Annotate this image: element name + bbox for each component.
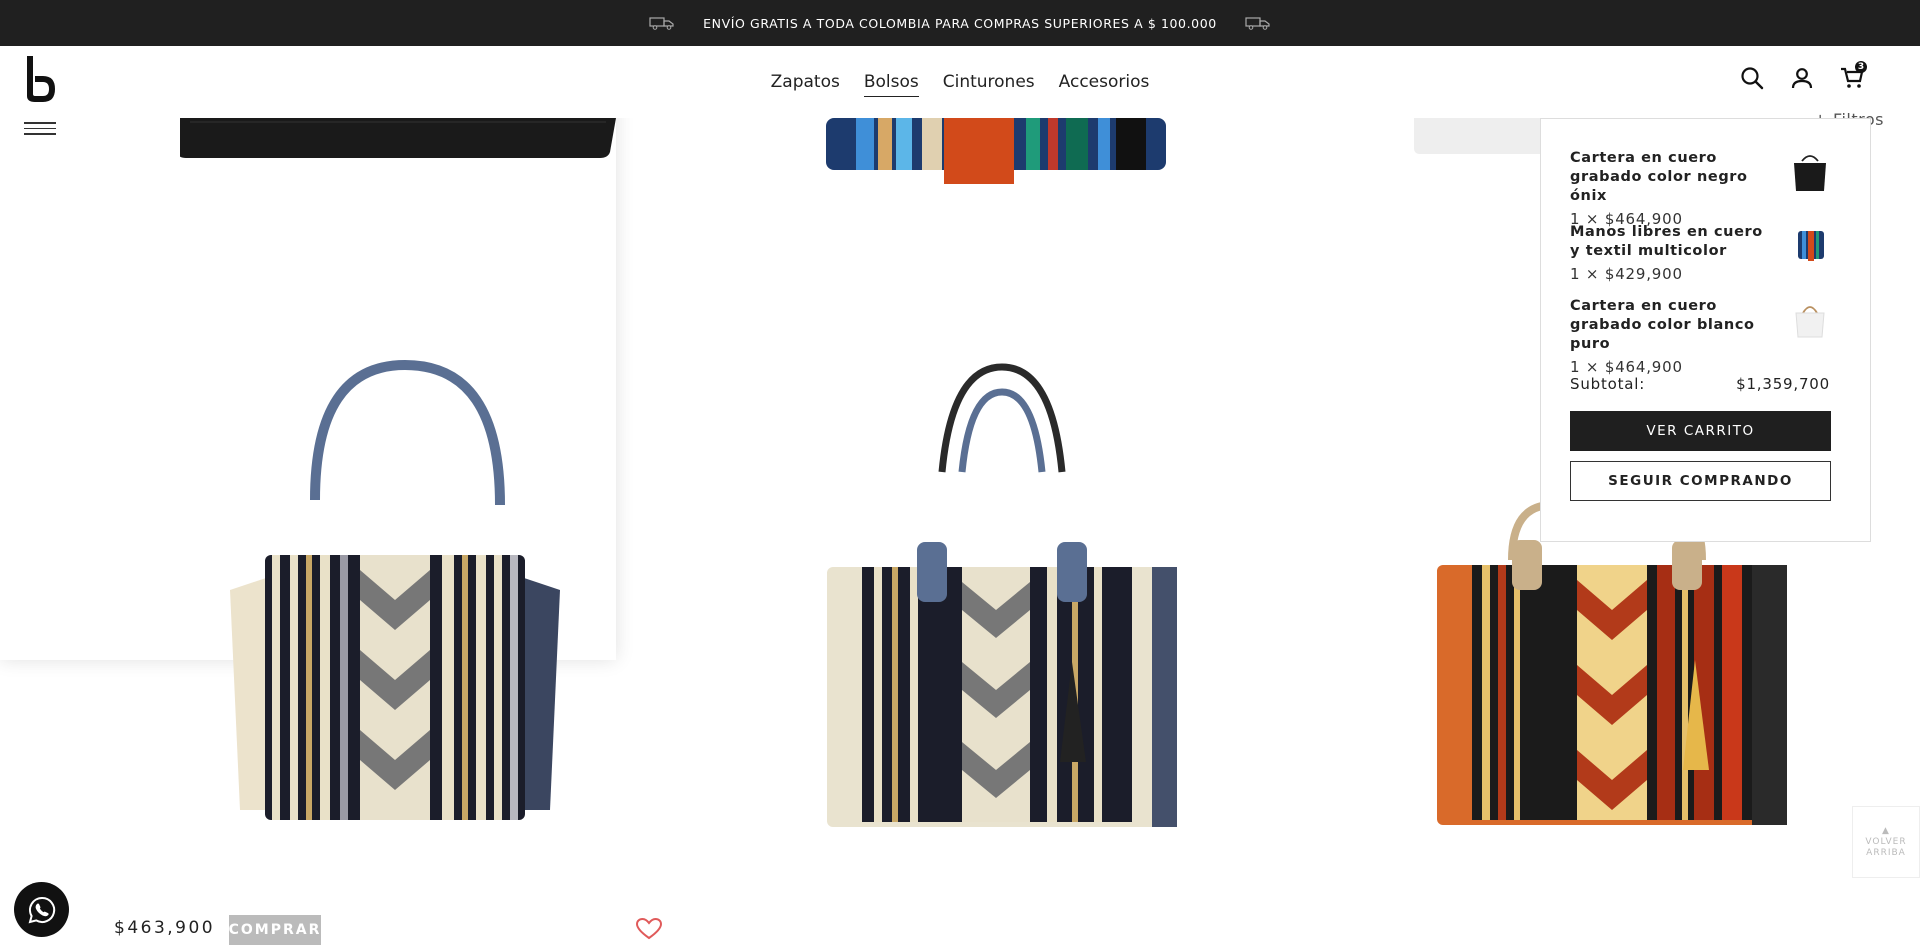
product-image-tote-orange-red[interactable] [1432,500,1792,830]
back-to-top-label: ARRIBA [1866,847,1906,858]
subtotal-value: $1,359,700 [1736,375,1830,393]
minicart-subtotal: Subtotal: $1,359,700 [1570,375,1830,393]
minicart-item-name[interactable]: Manos libres en cuero y textil multicolo… [1570,223,1775,261]
heart-icon[interactable] [636,918,662,940]
truck-icon [1245,17,1270,30]
minicart-item-name[interactable]: Cartera en cuero grabado color negro óni… [1570,149,1775,206]
minicart-item-qty-price: 1 × $429,900 [1570,265,1683,283]
nav-item-bolsos[interactable]: Bolsos [863,72,919,97]
cart-count-badge: 3 [1855,61,1867,73]
cart-button[interactable]: 3 [1840,61,1867,90]
header-actions: 3 [1740,61,1867,90]
minicart-item[interactable]: Manos libres en cuero y textil multicolo… [1570,223,1830,297]
chevron-up-icon: ▲ [1882,825,1890,836]
whatsapp-icon [28,896,55,923]
minicart-item-thumbnail[interactable] [1790,149,1830,193]
product-image-tote-tassel-navy[interactable] [822,362,1182,832]
continue-shopping-button[interactable]: SEGUIR COMPRANDO [1570,461,1831,501]
minicart-item[interactable]: Cartera en cuero grabado color negro óni… [1570,149,1830,228]
search-icon[interactable] [1740,66,1764,90]
promo-banner: ENVÍO GRATIS A TODA COLOMBIA PARA COMPRA… [0,0,1920,46]
nav-item-cinturones[interactable]: Cinturones [943,72,1035,97]
nav-item-zapatos[interactable]: Zapatos [771,72,840,97]
whatsapp-button[interactable] [14,882,69,937]
back-to-top-label: VOLVER [1865,836,1907,847]
main-nav: Zapatos Bolsos Cinturones Accesorios [0,72,1920,97]
minicart-dropdown: Cartera en cuero grabado color negro óni… [1540,118,1871,542]
minicart-item-thumbnail[interactable] [1790,223,1830,267]
subtotal-label: Subtotal: [1570,375,1646,393]
minicart-item-name[interactable]: Cartera en cuero grabado color blanco pu… [1570,297,1775,354]
user-icon[interactable] [1790,66,1814,90]
product-image-top-1[interactable] [177,118,616,233]
minicart-item-thumbnail[interactable] [1790,297,1830,341]
product-image-top-2[interactable] [826,118,1166,233]
back-to-top-button[interactable]: ▲ VOLVER ARRIBA [1852,806,1920,878]
product-price: $463,900 [114,918,216,938]
view-cart-button[interactable]: VER CARRITO [1570,411,1831,451]
minicart-item-qty-price: 1 × $464,900 [1570,358,1683,376]
nav-item-accesorios[interactable]: Accesorios [1059,72,1150,97]
product-image-tote-navy[interactable] [210,360,580,830]
promo-text: ENVÍO GRATIS A TODA COLOMBIA PARA COMPRA… [703,15,1217,31]
buy-button[interactable]: COMPRAR [229,915,321,945]
menu-icon[interactable] [24,122,56,138]
product-image-top-3[interactable] [1414,118,1544,233]
minicart-item[interactable]: Cartera en cuero grabado color blanco pu… [1570,297,1830,376]
truck-icon [649,17,674,30]
